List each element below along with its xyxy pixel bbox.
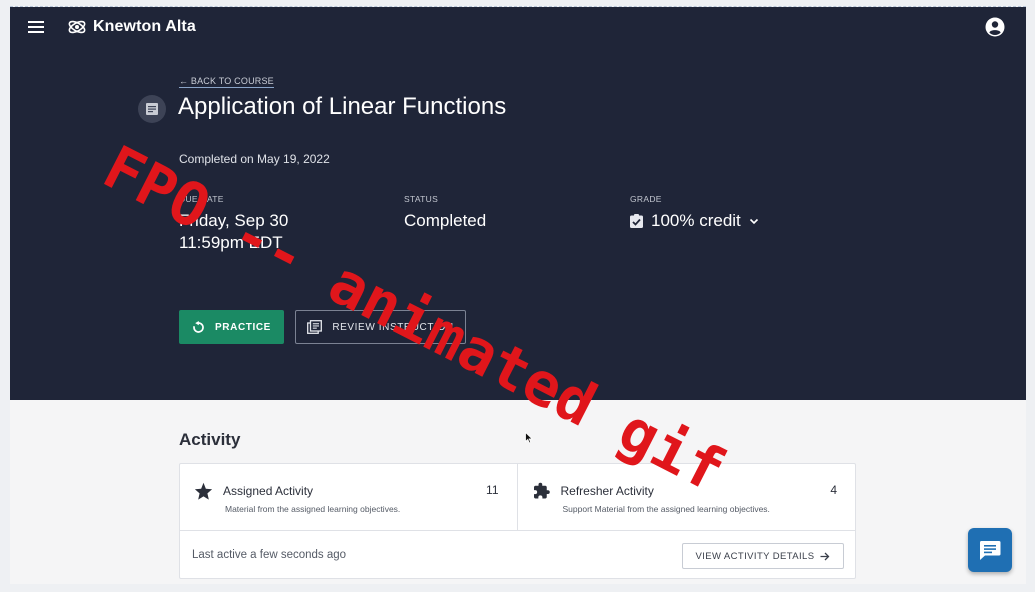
back-to-course-link[interactable]: ← BACK TO COURSE: [179, 76, 274, 88]
document-icon: [138, 95, 166, 123]
chat-icon: [979, 540, 1001, 560]
grade-value: 100% credit: [651, 211, 741, 230]
status-field: STATUS Completed: [404, 194, 486, 232]
brand-name: Knewton Alta: [93, 18, 196, 35]
practice-label: PRACTICE: [215, 321, 271, 333]
grade-dropdown[interactable]: 100% credit: [630, 210, 759, 232]
view-activity-details-button[interactable]: VIEW ACTIVITY DETAILS: [682, 543, 844, 569]
puzzle-icon: [533, 482, 550, 499]
chevron-down-icon: [749, 218, 758, 224]
review-instruction-button[interactable]: REVIEW INSTRUCTION: [295, 310, 466, 344]
due-date-time: 11:59pm EDT: [179, 233, 283, 252]
assigned-activity-title: Assigned Activity: [223, 484, 314, 498]
chat-button[interactable]: [968, 528, 1012, 572]
due-date-field: DUE DATE Friday, Sep 30 11:59pm EDT: [179, 194, 288, 254]
top-bar: Knewton Alta: [10, 7, 1026, 49]
activity-heading: Activity: [179, 430, 241, 449]
activity-card: Assigned Activity 11 Material from the a…: [179, 463, 856, 579]
grade-field: GRADE 100% credit: [630, 194, 759, 232]
practice-button[interactable]: PRACTICE: [179, 310, 284, 344]
completed-date: Completed on May 19, 2022: [179, 152, 330, 166]
due-date-day: Friday, Sep 30: [179, 211, 289, 230]
assigned-activity-count: 11: [486, 483, 499, 497]
due-date-label: DUE DATE: [179, 194, 224, 204]
grade-label: GRADE: [630, 194, 662, 204]
star-icon: [194, 482, 213, 500]
status-value: Completed: [404, 211, 487, 230]
activity-card-footer: Last active a few seconds ago VIEW ACTIV…: [180, 530, 855, 580]
assignment-header: Knewton Alta ← BACK TO COURSE Applicatio…: [10, 7, 1026, 400]
arrow-right-icon: [820, 552, 830, 560]
account-icon[interactable]: [985, 17, 1005, 37]
status-label: STATUS: [404, 194, 439, 204]
library-books-icon: [307, 320, 323, 334]
refresher-activity-count: 4: [830, 483, 837, 497]
logo-icon: [68, 20, 86, 34]
last-active-text: Last active a few seconds ago: [192, 549, 347, 561]
due-date-value: Friday, Sep 30 11:59pm EDT: [179, 210, 288, 254]
view-activity-details-label: VIEW ACTIVITY DETAILS: [695, 550, 815, 562]
page-title: Application of Linear Functions: [178, 93, 507, 120]
check-clipboard-icon: [630, 214, 643, 228]
refresh-icon: [193, 320, 204, 333]
assigned-activity[interactable]: Assigned Activity 11 Material from the a…: [180, 464, 518, 530]
logo[interactable]: Knewton Alta: [67, 17, 196, 37]
refresher-activity[interactable]: Refresher Activity 4 Support Material fr…: [518, 464, 856, 530]
app-frame: Knewton Alta ← BACK TO COURSE Applicatio…: [10, 6, 1026, 584]
refresher-activity-title: Refresher Activity: [560, 484, 654, 498]
assigned-activity-description: Material from the assigned learning obje…: [225, 504, 401, 514]
menu-icon[interactable]: [28, 21, 44, 33]
refresher-activity-description: Support Material from the assigned learn…: [562, 504, 770, 514]
cursor-icon: [525, 432, 533, 444]
review-instruction-label: REVIEW INSTRUCTION: [332, 321, 454, 333]
